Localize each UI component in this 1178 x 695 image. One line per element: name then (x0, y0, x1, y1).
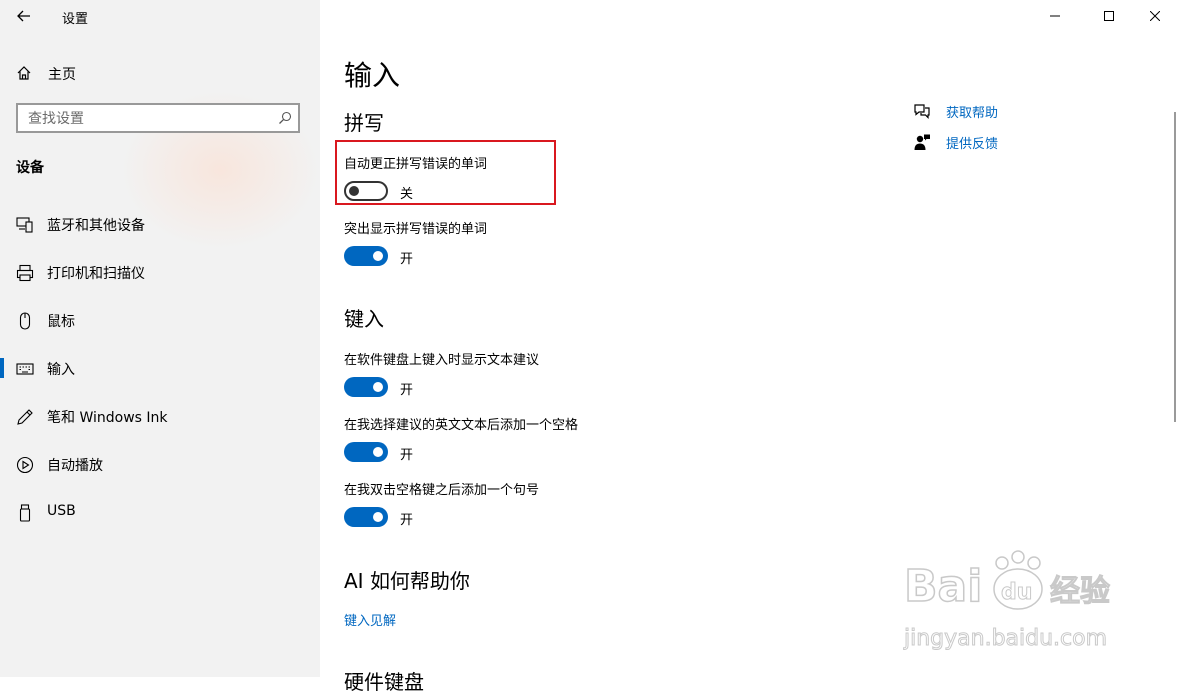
main-content: 输入 拼写 自动更正拼写错误的单词 关 突出显示拼写错误的单词 开 键入 在软件… (320, 0, 1178, 694)
get-help-icon (914, 104, 930, 119)
add-space-state: 开 (400, 448, 414, 463)
home-icon (17, 66, 31, 80)
spelling-section-title: 拼写 (344, 111, 384, 135)
svg-text:Bai: Bai (904, 561, 982, 612)
minimize-icon (1050, 15, 1060, 17)
sidebar-item-home[interactable]: 主页 (0, 56, 320, 90)
sidebar-item-bluetooth[interactable]: 蓝牙和其他设备 (0, 204, 320, 244)
feedback-icon (914, 134, 930, 150)
usb-icon (19, 504, 31, 522)
svg-text:du: du (1001, 580, 1032, 605)
highlight-misspelled-toggle[interactable] (344, 246, 388, 266)
feedback-link[interactable]: 提供反馈 (946, 133, 998, 152)
typing-section-title: 键入 (344, 307, 384, 331)
add-period-toggle[interactable] (344, 507, 388, 527)
close-icon (1150, 11, 1160, 21)
sidebar-item-printers[interactable]: 打印机和扫描仪 (0, 252, 320, 292)
sidebar-item-label: 笔和 Windows Ink (47, 410, 168, 426)
sidebar-item-typing[interactable]: 输入 (0, 348, 320, 388)
sidebar-item-label: 输入 (47, 362, 75, 378)
app-title: 设置 (62, 12, 89, 27)
svg-text:jingyan.baidu.com: jingyan.baidu.com (903, 626, 1107, 651)
printer-icon (16, 264, 34, 282)
add-space-label: 在我选择建议的英文文本后添加一个空格 (344, 418, 579, 433)
sidebar-item-label: 蓝牙和其他设备 (47, 218, 145, 234)
text-suggestions-toggle[interactable] (344, 377, 388, 397)
autoplay-icon (16, 456, 34, 474)
pen-icon (17, 409, 33, 425)
close-button[interactable] (1132, 0, 1178, 32)
autocorrect-toggle[interactable] (344, 181, 388, 201)
sidebar: 设置 主页 设备 蓝牙和其他设备 打印机和扫描仪 (0, 0, 320, 677)
sidebar-item-home-label: 主页 (48, 67, 76, 83)
highlight-misspelled-state: 开 (400, 252, 414, 267)
sidebar-item-label: USB (47, 503, 76, 519)
text-suggestions-label: 在软件键盘上键入时显示文本建议 (344, 353, 540, 368)
sidebar-item-autoplay[interactable]: 自动播放 (0, 444, 320, 484)
add-period-state: 开 (400, 513, 414, 528)
page-title: 输入 (344, 59, 401, 92)
scrollbar[interactable] (1174, 112, 1176, 422)
back-button[interactable] (0, 0, 48, 32)
baidu-watermark: Bai du 经验 jingyan.baidu.com (900, 545, 1140, 655)
add-period-label: 在我双击空格键之后添加一个句号 (344, 483, 540, 498)
baidu-paw-logo: Bai du 经验 jingyan.baidu.com (903, 550, 1111, 652)
sidebar-item-usb[interactable]: USB (0, 492, 320, 532)
sidebar-item-label: 打印机和扫描仪 (47, 266, 145, 282)
sidebar-item-label: 鼠标 (47, 314, 75, 330)
get-help-link[interactable]: 获取帮助 (946, 102, 998, 121)
svg-text:经验: 经验 (1050, 574, 1110, 609)
text-suggestions-state: 开 (400, 383, 414, 398)
sidebar-section-title: 设备 (16, 160, 44, 176)
mouse-icon (19, 312, 31, 330)
search-box[interactable] (16, 103, 300, 133)
back-arrow-icon (17, 10, 30, 22)
sidebar-item-mouse[interactable]: 鼠标 (0, 300, 320, 340)
ai-section-title: AI 如何帮助你 (344, 569, 470, 593)
typing-insights-link[interactable]: 键入见解 (344, 610, 396, 629)
autocorrect-state: 关 (400, 187, 414, 202)
maximize-icon (1104, 11, 1114, 21)
sidebar-item-pen[interactable]: 笔和 Windows Ink (0, 396, 320, 436)
search-input[interactable] (26, 109, 270, 129)
add-space-toggle[interactable] (344, 442, 388, 462)
hardware-keyboard-section-title: 硬件键盘 (344, 670, 424, 694)
autocorrect-label: 自动更正拼写错误的单词 (344, 157, 488, 172)
keyboard-icon (16, 363, 34, 375)
bluetooth-devices-icon (16, 217, 33, 233)
search-icon[interactable] (278, 111, 292, 125)
sidebar-item-label: 自动播放 (47, 458, 103, 474)
maximize-button[interactable] (1086, 0, 1132, 32)
minimize-button[interactable] (1032, 0, 1078, 32)
highlight-misspelled-label: 突出显示拼写错误的单词 (344, 222, 488, 237)
